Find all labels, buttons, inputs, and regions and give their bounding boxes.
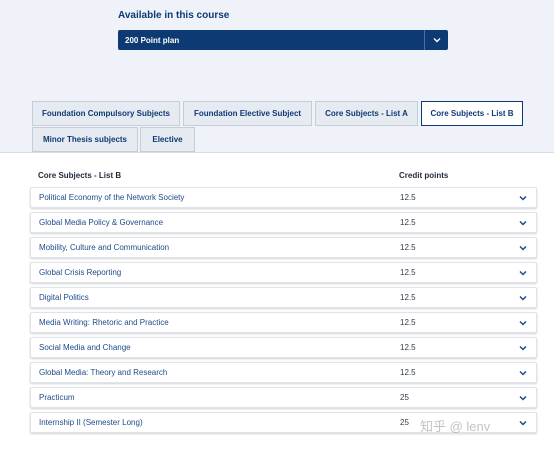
chevron-down-icon[interactable] (518, 368, 528, 378)
subject-name[interactable]: Media Writing: Rhetoric and Practice (39, 318, 169, 327)
subject-row[interactable]: Global Crisis Reporting 12.5 (30, 262, 537, 283)
subject-row[interactable]: Social Media and Change 12.5 (30, 337, 537, 358)
credit-points: 12.5 (400, 318, 416, 327)
subject-name[interactable]: Social Media and Change (39, 343, 131, 352)
chevron-down-icon[interactable] (518, 218, 528, 228)
chevron-down-icon[interactable] (518, 193, 528, 203)
subject-row[interactable]: Practicum 25 (30, 387, 537, 408)
subject-name[interactable]: Digital Politics (39, 293, 89, 302)
plan-select-value: 200 Point plan (125, 35, 180, 45)
credit-points: 12.5 (400, 193, 416, 202)
credit-points: 12.5 (400, 268, 416, 277)
chevron-down-icon[interactable] (518, 318, 528, 328)
tab-foundation-elective[interactable]: Foundation Elective Subject (183, 101, 312, 126)
subject-column-header: Core Subjects - List B (38, 171, 122, 180)
credit-points: 12.5 (400, 243, 416, 252)
zhihu-watermark: 知乎 @ lenv (420, 419, 491, 434)
tab-minor-thesis[interactable]: Minor Thesis subjects (32, 127, 138, 152)
subject-name[interactable]: Mobility, Culture and Communication (39, 243, 169, 252)
chevron-down-icon[interactable] (518, 418, 528, 428)
chevron-down-icon[interactable] (518, 268, 528, 278)
subject-row[interactable]: Digital Politics 12.5 (30, 287, 537, 308)
subject-name[interactable]: Global Media: Theory and Research (39, 368, 167, 377)
subject-name[interactable]: Practicum (39, 393, 75, 402)
plan-select-dropdown[interactable]: 200 Point plan (118, 30, 448, 50)
subject-row[interactable]: Media Writing: Rhetoric and Practice 12.… (30, 312, 537, 333)
chevron-down-icon[interactable] (425, 30, 448, 50)
credit-points: 25 (400, 418, 409, 427)
tab-core-list-a[interactable]: Core Subjects - List A (315, 101, 418, 126)
chevron-down-icon[interactable] (518, 393, 528, 403)
subject-row[interactable]: Global Media: Theory and Research 12.5 (30, 362, 537, 383)
chevron-down-icon[interactable] (518, 293, 528, 303)
credit-points: 25 (400, 393, 409, 402)
subject-name[interactable]: Global Crisis Reporting (39, 268, 121, 277)
credit-points: 12.5 (400, 343, 416, 352)
tab-elective[interactable]: Elective (140, 127, 195, 152)
credit-points: 12.5 (400, 218, 416, 227)
subject-row[interactable]: Mobility, Culture and Communication 12.5 (30, 237, 537, 258)
subject-name[interactable]: Internship II (Semester Long) (39, 418, 143, 427)
tab-foundation-compulsory[interactable]: Foundation Compulsory Subjects (32, 101, 180, 126)
credit-points: 12.5 (400, 293, 416, 302)
tab-core-list-b[interactable]: Core Subjects - List B (421, 101, 523, 126)
available-in-course-label: Available in this course (118, 10, 230, 21)
subject-list: Political Economy of the Network Society… (30, 187, 537, 437)
chevron-down-icon[interactable] (518, 243, 528, 253)
credit-points: 12.5 (400, 368, 416, 377)
chevron-down-icon[interactable] (518, 343, 528, 353)
subject-row[interactable]: Political Economy of the Network Society… (30, 187, 537, 208)
subject-name[interactable]: Political Economy of the Network Society (39, 193, 184, 202)
credit-column-header: Credit points (399, 171, 449, 180)
subject-row[interactable]: Global Media Policy & Governance 12.5 (30, 212, 537, 233)
subject-name[interactable]: Global Media Policy & Governance (39, 218, 163, 227)
